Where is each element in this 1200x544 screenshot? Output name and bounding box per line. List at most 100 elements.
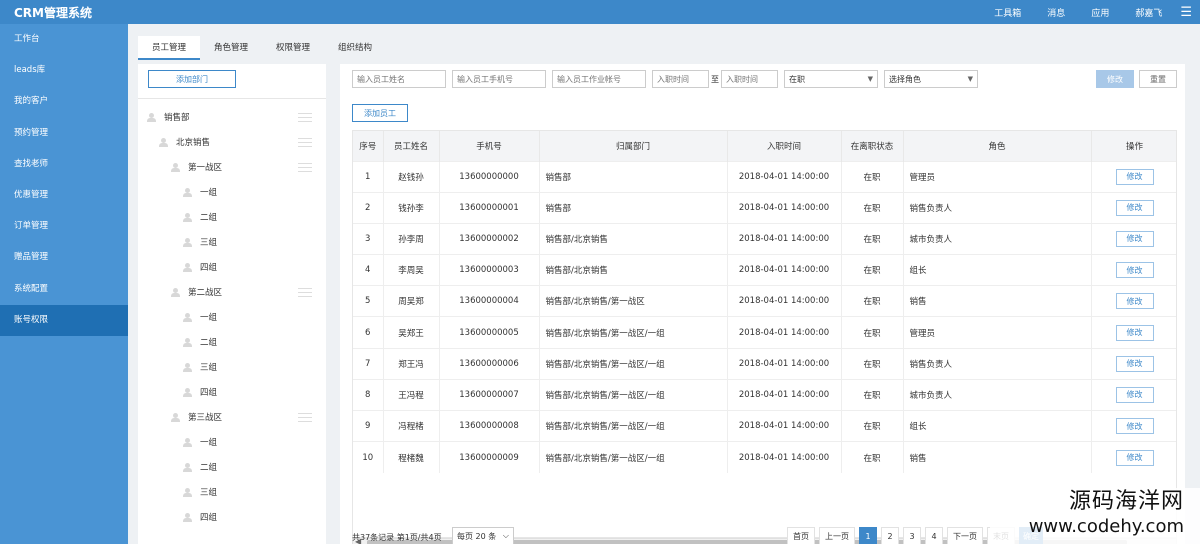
cell-role: 销售 [903, 441, 1092, 473]
cell-index: 8 [353, 378, 384, 411]
sidebar-item-workbench[interactable]: 工作台 [0, 24, 128, 55]
drag-handle-icon[interactable] [298, 288, 312, 297]
app-title: CRM管理系统 [14, 5, 92, 20]
employee-panel: 至 在职 ▼ 选择角色 ▼ 修改 重置 添加员工 序号 员工姓名 [340, 64, 1185, 544]
role-select[interactable]: 选择角色 ▼ [884, 70, 978, 88]
tree-node[interactable]: 销售部 [146, 110, 190, 124]
menu-toggle-icon[interactable]: ☰ [1180, 5, 1192, 20]
cell-role: 城市负责人 [903, 222, 1092, 255]
cell-status: 在职 [841, 222, 904, 255]
tab-role-management[interactable]: 角色管理 [200, 36, 262, 60]
add-department-button[interactable]: 添加部门 [148, 70, 236, 88]
sidebar-item-system-config[interactable]: 系统配置 [0, 274, 128, 305]
topnav-toolbox[interactable]: 工具箱 [994, 6, 1021, 19]
table-header-row: 序号 员工姓名 手机号 归属部门 入职时间 在离职状态 角色 操作 [353, 131, 1176, 161]
sidebar-item-appointments[interactable]: 预约管理 [0, 118, 128, 149]
sidebar-item-discounts[interactable]: 优惠管理 [0, 180, 128, 211]
topnav-messages[interactable]: 消息 [1047, 6, 1065, 19]
sidebar-item-my-customers[interactable]: 我的客户 [0, 86, 128, 117]
tree-node[interactable]: 第三战区 [170, 410, 222, 424]
cell-name: 周吴郑 [383, 285, 440, 317]
topnav-apps[interactable]: 应用 [1091, 6, 1109, 19]
join-date-to-input[interactable] [721, 70, 778, 88]
tree-node-label: 一组 [200, 438, 218, 448]
sidebar-item-account-permissions[interactable]: 账号权限 [0, 304, 128, 336]
edit-button[interactable]: 修改 [1115, 418, 1154, 435]
tree-node[interactable]: 四组 [182, 385, 217, 399]
edit-button[interactable]: 修改 [1115, 386, 1154, 403]
tree-node[interactable]: 一组 [182, 310, 217, 324]
drag-handle-icon[interactable] [298, 413, 312, 422]
cell-index: 9 [353, 409, 384, 442]
cell-role: 销售负责人 [903, 347, 1092, 380]
tree-node[interactable]: 四组 [182, 260, 217, 274]
edit-button[interactable]: 修改 [1115, 262, 1154, 279]
edit-button[interactable]: 修改 [1115, 199, 1154, 216]
cell-join-time: 2018-04-01 14:00:00 [727, 160, 842, 193]
edit-button[interactable]: 修改 [1115, 293, 1154, 310]
org-node-icon [170, 287, 184, 297]
employee-phone-input[interactable] [452, 70, 546, 88]
cell-index: 10 [353, 441, 384, 473]
tree-node[interactable]: 二组 [182, 210, 217, 224]
edit-button[interactable]: 修改 [1115, 168, 1154, 185]
tree-node[interactable]: 第一战区 [170, 160, 222, 174]
page-button-4[interactable]: 4 [925, 527, 943, 544]
tree-node[interactable]: 北京销售 [158, 135, 210, 149]
cell-name: 孙李周 [383, 222, 440, 255]
cell-name: 赵钱孙 [383, 160, 440, 193]
cell-phone: 13600000008 [439, 409, 540, 442]
table-row: 10 程楮魏 13600000009 销售部/北京销售/第一战区/一组 2018… [353, 441, 1176, 473]
tree-node[interactable]: 三组 [182, 360, 217, 374]
edit-button[interactable]: 修改 [1115, 230, 1154, 247]
tree-node-label: 三组 [200, 488, 218, 498]
table-row: 6 吴郑王 13600000005 销售部/北京销售/第一战区/一组 2018-… [353, 316, 1176, 349]
tree-node[interactable]: 一组 [182, 435, 217, 449]
topnav-user[interactable]: 郝嘉飞 [1135, 6, 1162, 19]
sidebar-item-orders[interactable]: 订单管理 [0, 211, 128, 242]
tree-node[interactable]: 第二战区 [170, 285, 222, 299]
edit-button[interactable]: 修改 [1115, 324, 1154, 341]
cell-name: 郑王冯 [383, 347, 440, 380]
tree-node[interactable]: 一组 [182, 185, 217, 199]
join-date-from-input[interactable] [652, 70, 709, 88]
page-button-3[interactable]: 3 [903, 527, 921, 544]
tree-node-label: 销售部 [164, 113, 190, 123]
tree-node[interactable]: 三组 [182, 235, 217, 249]
sidebar-item-find-teacher[interactable]: 查找老师 [0, 149, 128, 180]
tree-node[interactable]: 二组 [182, 335, 217, 349]
tab-permission-management[interactable]: 权限管理 [262, 36, 324, 60]
next-page-button[interactable]: 下一页 [947, 527, 983, 544]
page-button-2[interactable]: 2 [881, 527, 899, 544]
drag-handle-icon[interactable] [298, 138, 312, 147]
employee-account-input[interactable] [552, 70, 646, 88]
tree-node[interactable]: 四组 [182, 510, 217, 524]
edit-button[interactable]: 修改 [1115, 449, 1154, 466]
tab-org-structure[interactable]: 组织结构 [324, 36, 386, 60]
first-page-button[interactable]: 首页 [787, 527, 815, 544]
chevron-down-icon: ▼ [967, 75, 973, 83]
add-employee-button[interactable]: 添加员工 [352, 104, 408, 122]
tab-employee-management[interactable]: 员工管理 [138, 36, 201, 60]
sidebar-item-gifts[interactable]: 赠品管理 [0, 242, 128, 273]
search-button[interactable]: 修改 [1096, 70, 1134, 88]
edit-button[interactable]: 修改 [1115, 355, 1154, 372]
drag-handle-icon[interactable] [298, 113, 312, 122]
cell-index: 6 [353, 316, 384, 349]
cell-role: 销售负责人 [903, 191, 1092, 224]
per-page-select[interactable]: 每页 20 条 ⌵ [452, 527, 514, 544]
tree-node[interactable]: 二组 [182, 460, 217, 474]
role-select-value: 选择角色 [889, 74, 921, 84]
header-join-time: 入职时间 [727, 131, 842, 161]
page-button-1[interactable]: 1 [859, 527, 877, 544]
cell-role: 组长 [903, 254, 1092, 286]
reset-button[interactable]: 重置 [1139, 70, 1177, 88]
tree-node[interactable]: 三组 [182, 485, 217, 499]
status-select[interactable]: 在职 ▼ [784, 70, 878, 88]
drag-handle-icon[interactable] [298, 163, 312, 172]
prev-page-button[interactable]: 上一页 [819, 527, 855, 544]
cell-phone: 13600000006 [439, 347, 540, 380]
header-department: 归属部门 [539, 131, 728, 161]
sidebar-item-leads[interactable]: leads库 [0, 55, 128, 86]
employee-name-input[interactable] [352, 70, 446, 88]
